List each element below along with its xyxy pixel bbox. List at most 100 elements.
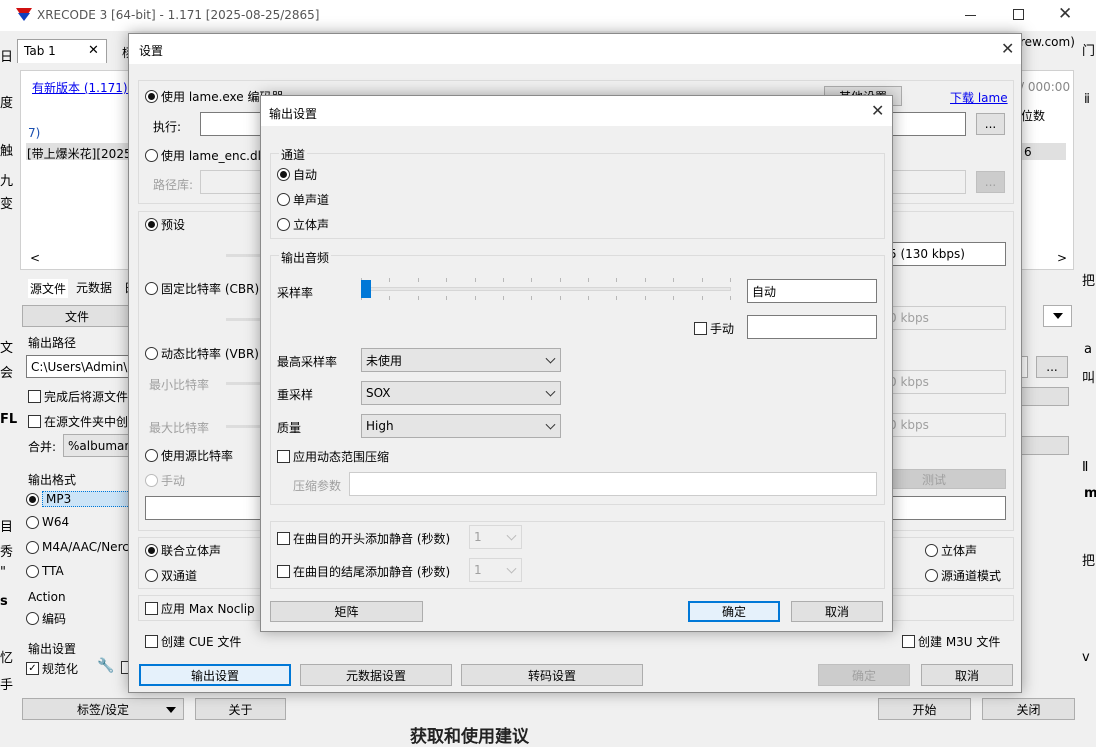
output-close-icon[interactable]: ✕ [871,101,884,120]
sample-rate-slider[interactable] [361,276,731,302]
apply-drc-checkbox[interactable]: 应用动态范围压缩 [277,448,389,465]
close-button[interactable]: 关闭 [982,698,1075,720]
update-available-link[interactable]: 有新版本 (1.171) 下 [32,79,143,96]
vbr-radio[interactable]: 动态比特率 (VBR) [145,345,259,362]
manual-bitrate-dot[interactable] [145,474,158,487]
format-m4a-dot[interactable] [26,540,39,554]
about-button[interactable]: 关于 [195,698,286,720]
source-channel-mode-radio[interactable]: 源通道模式 [925,567,1001,584]
joint-stereo-dot[interactable] [145,544,158,557]
download-lame-link[interactable]: 下载 lame [950,89,1008,106]
sample-rate-slider-thumb[interactable] [361,280,371,298]
use-lame-enc-dot[interactable] [145,149,158,162]
create-m3u-box[interactable] [902,635,915,648]
resample-select[interactable]: SOX [361,381,561,405]
cbr-radio[interactable]: 固定比特率 (CBR) [145,280,259,297]
output-ok-button[interactable]: 确定 [688,601,780,622]
settings-cancel-button[interactable]: 取消 [921,664,1013,686]
merge-input[interactable]: %albumart [63,434,132,457]
minimize-icon[interactable] [965,15,976,16]
silence-end-box[interactable] [277,565,290,578]
dual-channel-radio[interactable]: 双通道 [145,567,197,584]
list-row-title[interactable]: [带上爆米花][2025- [27,145,136,162]
file-button[interactable]: 文件 [22,305,132,327]
format-tta-radio[interactable]: TTA [26,564,64,578]
silence-start-checkbox[interactable]: 在曲目的开头添加静音 (秒数) [277,530,450,547]
channel-auto-radio[interactable]: 自动 [277,166,317,183]
tags-settings-button[interactable]: 标签/设定 [22,698,184,720]
use-lame-enc-radio[interactable]: 使用 lame_enc.dll [145,147,264,164]
manual-sample-rate-box[interactable] [694,322,707,335]
channel-auto-dot[interactable] [277,168,290,181]
normalize-checkbox[interactable]: ✓ 规范化 [26,660,78,677]
create-in-source-box[interactable] [28,415,41,428]
apply-max-noclip-box[interactable] [145,602,158,615]
metadata-settings-tab-button[interactable]: 元数据设置 [300,664,452,686]
manual-bitrate-radio[interactable]: 手动 [145,472,185,489]
channel-stereo-radio[interactable]: 立体声 [277,216,329,233]
format-m4a-radio[interactable]: M4A/AAC/Nerc [26,540,129,554]
format-w64-dot[interactable] [26,515,39,529]
normalize-box[interactable]: ✓ [26,662,39,675]
output-settings-tab-button[interactable]: 输出设置 [139,664,291,686]
max-bitrate-input[interactable]: 0 kbps [884,413,1006,437]
preset-dot[interactable] [145,218,158,231]
quality-select[interactable]: High [361,414,561,438]
channel-stereo-dot[interactable] [277,218,290,231]
settings-close-icon[interactable]: ✕ [1001,39,1014,58]
right-dropdown-button[interactable] [1043,305,1072,327]
joint-stereo-radio[interactable]: 联合立体声 [145,542,221,559]
action-encode-radio[interactable]: 编码 [26,610,66,627]
compress-params-input[interactable] [349,472,877,496]
manual-bitrate-input-right[interactable] [884,496,1006,520]
create-in-source-checkbox[interactable]: 在源文件夹中创 [28,413,128,430]
cbr-value-input[interactable]: 0 kbps [884,306,1006,330]
preset-value-input[interactable]: 5 (130 kbps) [884,242,1006,266]
tab-close-icon[interactable]: ✕ [88,43,99,58]
create-m3u-checkbox[interactable]: 创建 M3U 文件 [902,633,1000,650]
silence-end-select[interactable]: 1 [469,558,522,582]
tab-metadata[interactable]: 元数据 [76,279,112,296]
create-cue-box[interactable] [145,635,158,648]
scroll-left-icon[interactable]: < [30,251,40,265]
stereo-dot[interactable] [925,544,938,557]
right-browse-button[interactable]: ... [1036,356,1068,378]
action-encode-dot[interactable] [26,612,39,625]
start-button[interactable]: 开始 [878,698,971,720]
apply-drc-box[interactable] [277,450,290,463]
format-mp3-dot[interactable] [26,492,39,506]
format-tta-dot[interactable] [26,564,39,578]
max-sample-rate-select[interactable]: 未使用 [361,348,561,372]
path-browse-button[interactable]: ... [976,171,1005,193]
transcode-settings-tab-button[interactable]: 转码设置 [461,664,643,686]
vbr-dot[interactable] [145,347,158,360]
channel-mono-dot[interactable] [277,193,290,206]
create-cue-checkbox[interactable]: 创建 CUE 文件 [145,633,241,650]
matrix-button[interactable]: 矩阵 [270,601,423,622]
manual-bitrate-input[interactable] [145,496,261,520]
scroll-right-icon[interactable]: > [1057,251,1067,265]
use-source-bitrate-radio[interactable]: 使用源比特率 [145,447,233,464]
execute-browse-button[interactable]: ... [976,113,1005,135]
apply-max-noclip-checkbox[interactable]: 应用 Max Noclip [145,600,255,617]
sample-rate-value-input[interactable]: 自动 [747,279,877,303]
output-cancel-button[interactable]: 取消 [791,601,883,622]
silence-start-select[interactable]: 1 [469,525,522,549]
dual-channel-dot[interactable] [145,569,158,582]
format-mp3-radio[interactable]: MP3 [26,491,130,507]
use-source-bitrate-dot[interactable] [145,449,158,462]
manual-sample-rate-checkbox[interactable]: 手动 [694,320,734,337]
source-channel-mode-dot[interactable] [925,569,938,582]
manual-sample-rate-input[interactable] [747,315,877,339]
min-bitrate-input[interactable]: 0 kbps [884,370,1006,394]
tab-1[interactable]: Tab 1 ✕ [17,39,107,63]
tab-source-files[interactable]: 源文件 [28,279,69,298]
move-after-box[interactable] [28,390,41,403]
stereo-radio[interactable]: 立体声 [925,542,977,559]
channel-mono-radio[interactable]: 单声道 [277,191,329,208]
silence-start-box[interactable] [277,532,290,545]
window-close-icon[interactable]: ✕ [1058,4,1072,24]
move-after-checkbox[interactable]: 完成后将源文件 [28,388,128,405]
silence-end-checkbox[interactable]: 在曲目的结尾添加静音 (秒数) [277,563,450,580]
use-lame-exe-dot[interactable] [145,90,158,103]
